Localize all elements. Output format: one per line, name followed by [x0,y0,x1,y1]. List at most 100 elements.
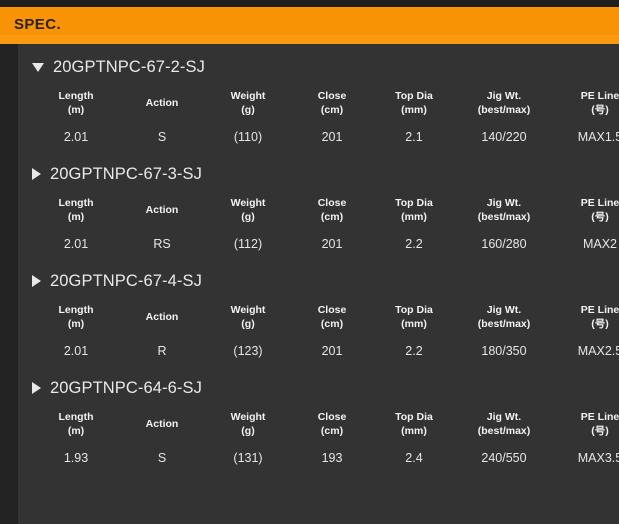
column-header-jig-wt: Jig Wt. (best/max) [456,189,552,228]
model-name: 20GPTNPC-67-2-SJ [53,57,205,76]
column-header-line1: Action [145,417,179,430]
column-header-line1: Close [317,410,347,423]
column-header-line1: Close [317,196,347,209]
column-header-line2: (g) [241,104,255,116]
column-header-pe-line: PE Line (号) [552,403,619,442]
cell-pe-line: MAX1.5 [577,130,619,144]
column-header-line2: (号) [591,211,609,223]
column-header-line2: (cm) [320,104,344,116]
spec-content-panel: 20GPTNPC-67-2-SJ Length (m) Action Weight… [18,44,619,524]
column-header-pe-line: PE Line (号) [552,296,619,335]
column-header-weight: Weight (g) [204,296,292,335]
triangle-right-icon[interactable] [32,168,41,180]
body-area: 20GPTNPC-67-2-SJ Length (m) Action Weight… [0,44,619,524]
column-header-length: Length (m) [32,82,120,121]
column-header-line1: Jig Wt. [486,410,522,423]
cell-close: 201 [321,130,343,144]
table-header-row: Length (m) Action Weight (g) Close (cm) Top… [32,189,619,228]
column-header-line2: (best/max) [477,318,531,330]
column-header-line1: PE Line [580,303,619,316]
column-header-line1: Weight [230,89,266,102]
column-header-line1: Top Dia [395,303,433,316]
cell-jig-wt: 240/550 [481,451,527,465]
column-header-line1: Jig Wt. [486,303,522,316]
spec-section: 20GPTNPC-67-4-SJ Length (m) Action Weight… [18,266,619,365]
model-name: 20GPTNPC-67-4-SJ [50,271,202,290]
spec-section: 20GPTNPC-64-6-SJ Length (m) Action Weight… [18,373,619,472]
column-header-line2: (m) [67,104,85,116]
column-header-jig-wt: Jig Wt. (best/max) [456,296,552,335]
column-header-action: Action [120,82,204,121]
column-header-line2: (g) [241,425,255,437]
cell-action: R [157,344,167,358]
column-header-line2: (mm) [401,318,427,330]
column-header-line2: (cm) [320,318,344,330]
column-header-line1: Close [317,303,347,316]
cell-jig-wt: 180/350 [481,344,527,358]
table-row: 2.01 RS (112) 201 2.2 160/280 MAX2 [32,228,619,258]
section-toggle-header[interactable]: 20GPTNPC-67-3-SJ [18,159,619,189]
column-header-line1: Close [317,89,347,102]
triangle-right-icon[interactable] [32,275,41,287]
column-header-line1: Weight [230,303,266,316]
column-header-jig-wt: Jig Wt. (best/max) [456,82,552,121]
column-header-length: Length (m) [32,189,120,228]
cell-weight: (112) [233,237,263,251]
spec-section: 20GPTNPC-67-2-SJ Length (m) Action Weight… [18,52,619,151]
cell-close: 201 [321,344,343,358]
cell-top-dia: 2.2 [405,344,423,358]
column-header-length: Length (m) [32,403,120,442]
column-header-weight: Weight (g) [204,189,292,228]
column-header-line1: PE Line [580,89,619,102]
column-header-line2: (best/max) [477,425,531,437]
column-header-line1: Action [145,96,179,109]
cell-action: RS [153,237,171,251]
column-header-line2: (号) [591,104,609,116]
cell-length: 1.93 [63,451,89,465]
column-header-line2: (mm) [401,211,427,223]
column-header-line2: (号) [591,318,609,330]
cell-weight: (110) [233,130,263,144]
cell-length: 2.01 [63,344,89,358]
table-header-row: Length (m) Action Weight (g) Close (cm) Top… [32,296,619,335]
section-toggle-header[interactable]: 20GPTNPC-67-4-SJ [18,266,619,296]
column-header-top-dia: Top Dia (mm) [372,296,456,335]
cell-top-dia: 2.1 [405,130,423,144]
column-header-line2: (号) [591,425,609,437]
column-header-line1: Weight [230,410,266,423]
column-header-line2: (m) [67,318,85,330]
page-title: SPEC. [14,16,62,33]
column-header-line1: Jig Wt. [486,196,522,209]
column-header-line2: (m) [67,425,85,437]
column-header-close: Close (cm) [292,82,372,121]
column-header-line1: Length [58,196,94,209]
column-header-pe-line: PE Line (号) [552,189,619,228]
cell-length: 2.01 [63,130,89,144]
cell-action: S [157,130,167,144]
cell-close: 193 [321,451,343,465]
cell-weight: (123) [233,344,263,358]
spec-header-lower-band [0,35,619,44]
section-toggle-header[interactable]: 20GPTNPC-67-2-SJ [18,52,619,82]
column-header-close: Close (cm) [292,296,372,335]
column-header-length: Length (m) [32,296,120,335]
column-header-line1: Weight [230,196,266,209]
cell-top-dia: 2.2 [405,237,423,251]
table-header-row: Length (m) Action Weight (g) Close (cm) Top… [32,82,619,121]
triangle-down-icon[interactable] [32,62,44,72]
column-header-line2: (best/max) [477,211,531,223]
column-header-line1: Length [58,89,94,102]
section-toggle-header[interactable]: 20GPTNPC-64-6-SJ [18,373,619,403]
column-header-pe-line: PE Line (号) [552,82,619,121]
column-header-top-dia: Top Dia (mm) [372,403,456,442]
column-header-line2: (m) [67,211,85,223]
spec-table: Length (m) Action Weight (g) Close (cm) Top… [32,189,619,258]
column-header-jig-wt: Jig Wt. (best/max) [456,403,552,442]
top-dark-strip [0,0,619,7]
triangle-right-icon[interactable] [32,382,41,394]
column-header-line1: PE Line [580,196,619,209]
column-header-top-dia: Top Dia (mm) [372,82,456,121]
column-header-line1: Action [145,203,179,216]
table-row: 1.93 S (131) 193 2.4 240/550 MAX3.5 [32,442,619,472]
column-header-line1: Top Dia [395,196,433,209]
